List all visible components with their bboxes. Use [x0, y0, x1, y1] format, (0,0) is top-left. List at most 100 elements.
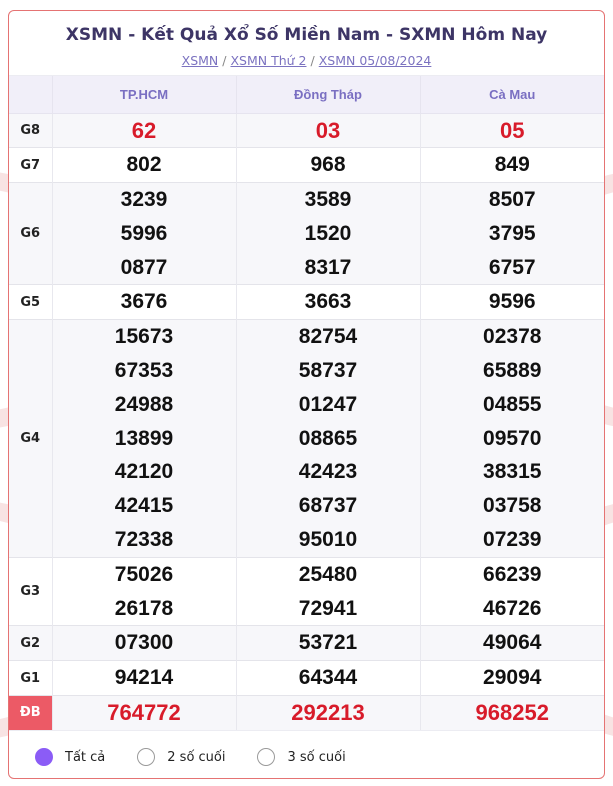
- prize-number: 29094: [483, 666, 542, 690]
- prize-number: 64344: [298, 666, 358, 690]
- prize-cell: 08865: [236, 421, 421, 456]
- prize-number: 04855: [483, 392, 542, 416]
- prize-number: 42415: [114, 494, 174, 518]
- prize-number: 8507: [488, 188, 536, 212]
- prize-cell: 03758: [420, 489, 604, 524]
- prize-number: 53721: [298, 631, 358, 655]
- prize-number: 968: [310, 153, 346, 177]
- option-last-3-label: 3 số cuối: [287, 749, 346, 765]
- prize-row: ĐB 764772 292213 968252: [9, 695, 604, 730]
- province-header-dong-thap: Đồng Tháp: [236, 76, 421, 114]
- prize-cell: 3663: [236, 284, 421, 320]
- prize-number: 0877: [120, 255, 168, 279]
- radio-last-2[interactable]: [137, 748, 156, 767]
- prize-cell: 42423: [236, 455, 421, 490]
- prize-cell: 9596: [420, 284, 604, 320]
- prize-number: 94214: [114, 666, 174, 690]
- province-header-tphcm: TP.HCM: [52, 76, 237, 114]
- prize-row: G6 3239 3589 8507: [9, 182, 604, 285]
- prize-number: 82754: [298, 325, 358, 349]
- prize-cell: 01247: [236, 387, 421, 422]
- prize-label: G2: [9, 625, 53, 661]
- prize-cell: 09570: [420, 421, 604, 456]
- prize-cell: 42120: [52, 455, 237, 490]
- prize-cell: 0877: [52, 250, 237, 285]
- prize-cell: 802: [52, 147, 237, 183]
- option-last-2-label: 2 số cuối: [167, 749, 226, 765]
- prize-cell: 46726: [420, 591, 604, 626]
- breadcrumb-xsmn[interactable]: XSMN: [182, 53, 219, 68]
- prize-row: 24988 01247 04855: [9, 387, 604, 422]
- prize-cell: 29094: [420, 660, 604, 696]
- prize-cell: 49064: [420, 625, 604, 661]
- prize-row: G8 62 03 05: [9, 112, 604, 148]
- prize-label: G8: [9, 112, 53, 148]
- prize-number: 25480: [298, 562, 358, 586]
- prize-cell: 292213: [236, 695, 421, 730]
- prize-number: 66239: [483, 562, 542, 586]
- prize-number: 13899: [114, 426, 174, 450]
- prize-cell: 8507: [420, 182, 604, 217]
- province-header-ca-mau: Cà Mau: [420, 76, 604, 114]
- prize-cell: 5996: [52, 216, 237, 251]
- prize-cell: 04855: [420, 387, 604, 422]
- prize-number: 968252: [475, 700, 549, 726]
- option-last-2[interactable]: 2 số cuối: [137, 748, 226, 767]
- prize-number: 65889: [483, 359, 542, 383]
- prize-number: 42120: [114, 460, 174, 484]
- prize-cell: 24988: [52, 387, 237, 422]
- prize-number: 58737: [298, 359, 358, 383]
- prize-number: 292213: [291, 700, 365, 726]
- breadcrumb-xsmn-date[interactable]: XSMN 05/08/2024: [319, 53, 432, 68]
- prize-number: 07300: [114, 631, 174, 655]
- prize-label: G7: [9, 147, 53, 183]
- prize-number: 62: [131, 117, 157, 143]
- prize-cell: 82754: [236, 319, 421, 355]
- prize-table-body: G8 62 03 05 G7 802 968 849 G6 3239 3589 8507 5996 152…: [9, 112, 604, 730]
- prize-cell: 968252: [420, 695, 604, 730]
- prize-number: 38315: [483, 460, 542, 484]
- radio-last-3[interactable]: [257, 748, 276, 767]
- prize-cell: 64344: [236, 660, 421, 696]
- prize-number: 3589: [304, 188, 352, 212]
- prize-number: 8317: [304, 255, 352, 279]
- prize-cell: 58737: [236, 354, 421, 388]
- prize-number: 72338: [114, 528, 174, 552]
- option-all[interactable]: Tất cả: [35, 748, 105, 767]
- prize-cell: 62: [52, 112, 237, 148]
- prize-label: G4: [9, 319, 53, 558]
- prize-number: 9596: [488, 290, 536, 314]
- prize-cell: 3676: [52, 284, 237, 320]
- breadcrumb-xsmn-thu-2[interactable]: XSMN Thứ 2: [230, 53, 306, 68]
- province-header-row: TP.HCM Đồng Tháp Cà Mau: [9, 76, 604, 114]
- prize-row: 5996 1520 3795: [9, 216, 604, 251]
- prize-label: G6: [9, 182, 53, 285]
- prize-cell: 72941: [236, 591, 421, 626]
- prize-number: 6757: [488, 255, 536, 279]
- prize-cell: 26178: [52, 591, 237, 626]
- prize-cell: 53721: [236, 625, 421, 661]
- prize-cell: 3795: [420, 216, 604, 251]
- prize-number: 72941: [298, 596, 358, 620]
- prize-number: 03: [315, 117, 341, 143]
- radio-all[interactable]: [35, 748, 53, 767]
- prize-row: G7 802 968 849: [9, 147, 604, 183]
- prize-cell: 07300: [52, 625, 237, 661]
- prize-row: G5 3676 3663 9596: [9, 284, 604, 320]
- prize-number: 49064: [483, 631, 542, 655]
- prize-cell: 1520: [236, 216, 421, 251]
- prize-number: 802: [126, 153, 162, 177]
- prize-row: 13899 08865 09570: [9, 421, 604, 456]
- prize-row: G2 07300 53721 49064: [9, 625, 604, 661]
- prize-cell: 05: [420, 112, 604, 148]
- prize-cell: 68737: [236, 489, 421, 524]
- prize-number: 95010: [298, 528, 358, 552]
- option-last-3[interactable]: 3 số cuối: [257, 748, 346, 767]
- prize-cell: 07239: [420, 523, 604, 558]
- prize-cell: 72338: [52, 523, 237, 558]
- prize-number: 03758: [483, 494, 542, 518]
- prize-number: 01247: [298, 392, 358, 416]
- prize-row: G3 75026 25480 66239: [9, 556, 604, 626]
- prize-cell: 02378: [420, 319, 604, 355]
- prize-number: 05: [500, 117, 525, 143]
